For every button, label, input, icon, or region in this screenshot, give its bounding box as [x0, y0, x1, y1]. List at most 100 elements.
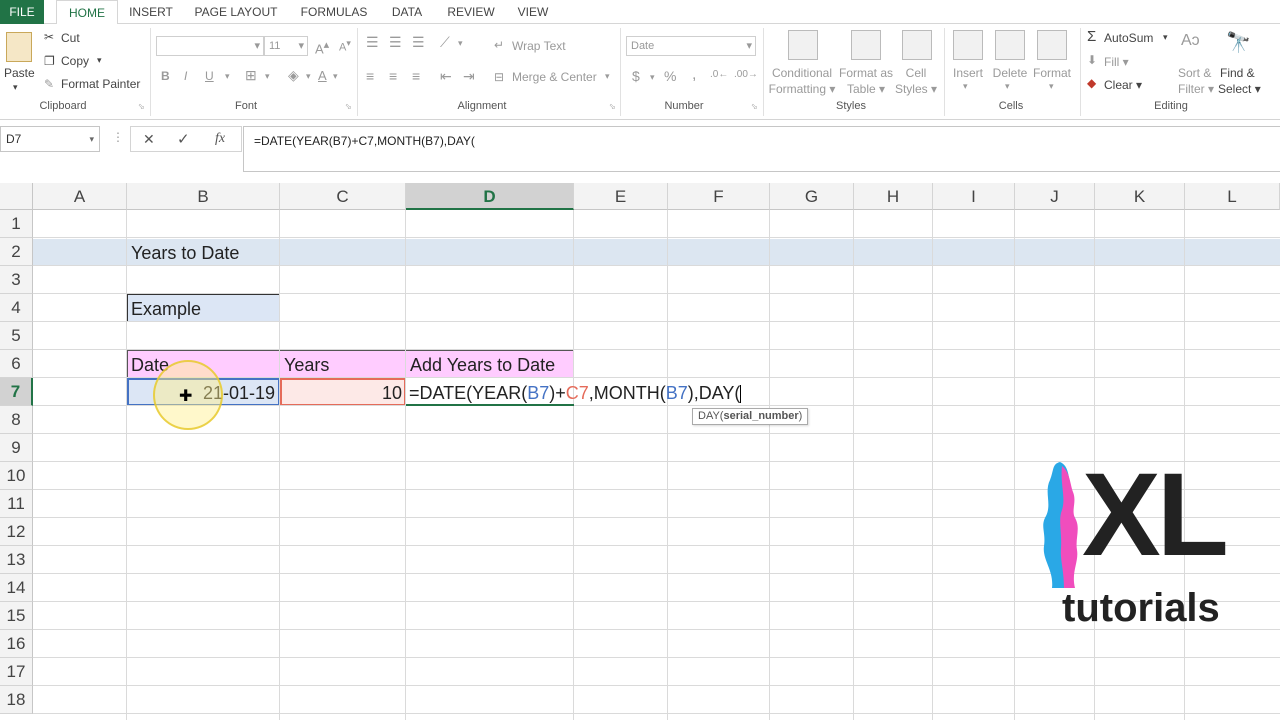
format-cells-button[interactable]: Format: [1030, 66, 1074, 80]
currency-button[interactable]: $: [632, 68, 640, 84]
copy-button[interactable]: Copy: [61, 54, 89, 68]
formula-input[interactable]: =DATE(YEAR(B7)+C7,MONTH(B7),DAY(: [243, 126, 1280, 172]
copy-dropdown-icon[interactable]: ▾: [97, 55, 102, 66]
insert-function-icon[interactable]: fx: [215, 131, 225, 147]
function-argument-tooltip[interactable]: DAY(serial_number): [692, 408, 809, 425]
column-header-d[interactable]: D: [406, 183, 574, 210]
autosum-button[interactable]: AutoSum: [1104, 31, 1153, 45]
row-header-18[interactable]: 18: [0, 686, 33, 714]
column-header-l[interactable]: L: [1185, 183, 1280, 210]
cut-button[interactable]: Cut: [61, 31, 80, 45]
row-header-17[interactable]: 17: [0, 658, 33, 686]
increase-decimal-icon[interactable]: .0←: [710, 69, 728, 80]
column-header-i[interactable]: I: [933, 183, 1015, 210]
percent-button[interactable]: %: [664, 68, 676, 84]
insert-cells-button[interactable]: Insert: [946, 66, 990, 80]
clipboard-launcher-icon[interactable]: ⬂: [138, 102, 145, 111]
decrease-indent-icon[interactable]: ⇤: [440, 68, 452, 85]
font-color-dropdown-icon[interactable]: ▾: [333, 71, 338, 82]
column-header-g[interactable]: G: [770, 183, 854, 210]
row-header-9[interactable]: 9: [0, 434, 33, 462]
column-header-c[interactable]: C: [280, 183, 406, 210]
cell-c6-years-header[interactable]: Years: [280, 351, 329, 379]
currency-dropdown-icon[interactable]: ▾: [650, 72, 655, 83]
cell-d6-add-years-header[interactable]: Add Years to Date: [406, 351, 555, 379]
fill-color-dropdown-icon[interactable]: ▾: [306, 71, 311, 82]
fill-button[interactable]: Fill ▾: [1104, 55, 1129, 69]
tooltip-function-name[interactable]: DAY(: [698, 410, 723, 422]
paste-icon[interactable]: [6, 32, 32, 62]
decrease-decimal-icon[interactable]: .00→: [734, 69, 758, 80]
fill-color-icon[interactable]: ◈: [288, 67, 299, 84]
row-header-1[interactable]: 1: [0, 210, 33, 238]
wrap-text-button[interactable]: Wrap Text: [512, 39, 566, 53]
tab-view[interactable]: VIEW: [510, 0, 556, 24]
underline-button[interactable]: U: [205, 69, 214, 83]
row-header-13[interactable]: 13: [0, 546, 33, 574]
row-header-5[interactable]: 5: [0, 322, 33, 350]
borders-icon[interactable]: ⊞: [245, 67, 257, 84]
column-header-j[interactable]: J: [1015, 183, 1095, 210]
tab-review[interactable]: REVIEW: [440, 0, 502, 24]
column-header-h[interactable]: H: [854, 183, 933, 210]
cell-d7-formula-edit[interactable]: =DATE(YEAR(B7)+C7,MONTH(B7),DAY(: [405, 379, 742, 407]
tab-home[interactable]: HOME: [56, 0, 118, 25]
borders-dropdown-icon[interactable]: ▾: [265, 71, 270, 82]
column-header-k[interactable]: K: [1095, 183, 1185, 210]
decrease-font-icon[interactable]: A▾: [339, 38, 351, 54]
row-header-2[interactable]: 2: [0, 238, 33, 266]
sort-filter-label[interactable]: Filter ▾: [1178, 82, 1214, 96]
column-header-b[interactable]: B: [127, 183, 280, 210]
align-bottom-icon[interactable]: ☰: [412, 34, 425, 51]
increase-font-icon[interactable]: A▴: [315, 38, 329, 56]
bold-button[interactable]: B: [161, 69, 170, 83]
row-header-10[interactable]: 10: [0, 462, 33, 490]
column-header-f[interactable]: F: [668, 183, 770, 210]
tab-insert[interactable]: INSERT: [124, 0, 178, 24]
orientation-icon[interactable]: ⟋: [440, 34, 450, 51]
enter-icon[interactable]: ✓: [177, 130, 190, 148]
align-middle-icon[interactable]: ☰: [389, 34, 402, 51]
select-all-corner[interactable]: [0, 183, 33, 210]
paste-button[interactable]: Paste: [4, 66, 35, 80]
conditional-formatting-button[interactable]: Conditional: [771, 66, 833, 80]
column-header-e[interactable]: E: [574, 183, 668, 210]
row-header-6[interactable]: 6: [0, 350, 33, 378]
cell-styles-label[interactable]: Styles ▾: [892, 82, 940, 96]
merge-dropdown-icon[interactable]: ▾: [605, 71, 610, 82]
cancel-icon[interactable]: ✕: [143, 131, 155, 148]
number-launcher-icon[interactable]: ⬂: [751, 102, 758, 111]
format-as-table-button[interactable]: Format as: [838, 66, 894, 80]
find-select-button[interactable]: Find &: [1220, 66, 1255, 80]
column-header-a[interactable]: A: [33, 183, 127, 210]
cell-b4-example[interactable]: Example: [127, 295, 201, 323]
tab-formulas[interactable]: FORMULAS: [294, 0, 374, 24]
delete-dropdown-icon[interactable]: ▾: [1005, 81, 1010, 92]
merge-center-button[interactable]: Merge & Center: [512, 70, 597, 84]
row-header-11[interactable]: 11: [0, 490, 33, 518]
font-launcher-icon[interactable]: ⬂: [345, 102, 352, 111]
tab-data[interactable]: DATA: [384, 0, 430, 24]
row-header-14[interactable]: 14: [0, 574, 33, 602]
format-dropdown-icon[interactable]: ▾: [1049, 81, 1054, 92]
font-size-dropdown[interactable]: 11 ▾: [264, 36, 308, 56]
align-center-icon[interactable]: ≡: [389, 68, 397, 84]
conditional-formatting-label[interactable]: Formatting ▾: [768, 82, 836, 96]
italic-button[interactable]: I: [184, 69, 187, 83]
paste-dropdown-icon[interactable]: ▾: [13, 82, 18, 93]
row-header-8[interactable]: 8: [0, 406, 33, 434]
row-header-7[interactable]: 7: [0, 378, 33, 406]
tab-file[interactable]: FILE: [0, 0, 44, 24]
font-name-dropdown[interactable]: ▾: [156, 36, 264, 56]
sort-filter-button[interactable]: Sort &: [1178, 66, 1211, 80]
delete-cells-button[interactable]: Delete: [988, 66, 1032, 80]
orientation-dropdown-icon[interactable]: ▾: [458, 38, 463, 49]
increase-indent-icon[interactable]: ⇥: [463, 68, 475, 85]
comma-button[interactable]: ,: [692, 66, 696, 84]
alignment-launcher-icon[interactable]: ⬂: [609, 102, 616, 111]
row-header-15[interactable]: 15: [0, 602, 33, 630]
cell-c7-years[interactable]: 10: [280, 379, 404, 407]
tab-page-layout[interactable]: PAGE LAYOUT: [190, 0, 282, 24]
clear-button[interactable]: Clear ▾: [1104, 78, 1142, 92]
find-select-label[interactable]: Select ▾: [1218, 82, 1261, 96]
